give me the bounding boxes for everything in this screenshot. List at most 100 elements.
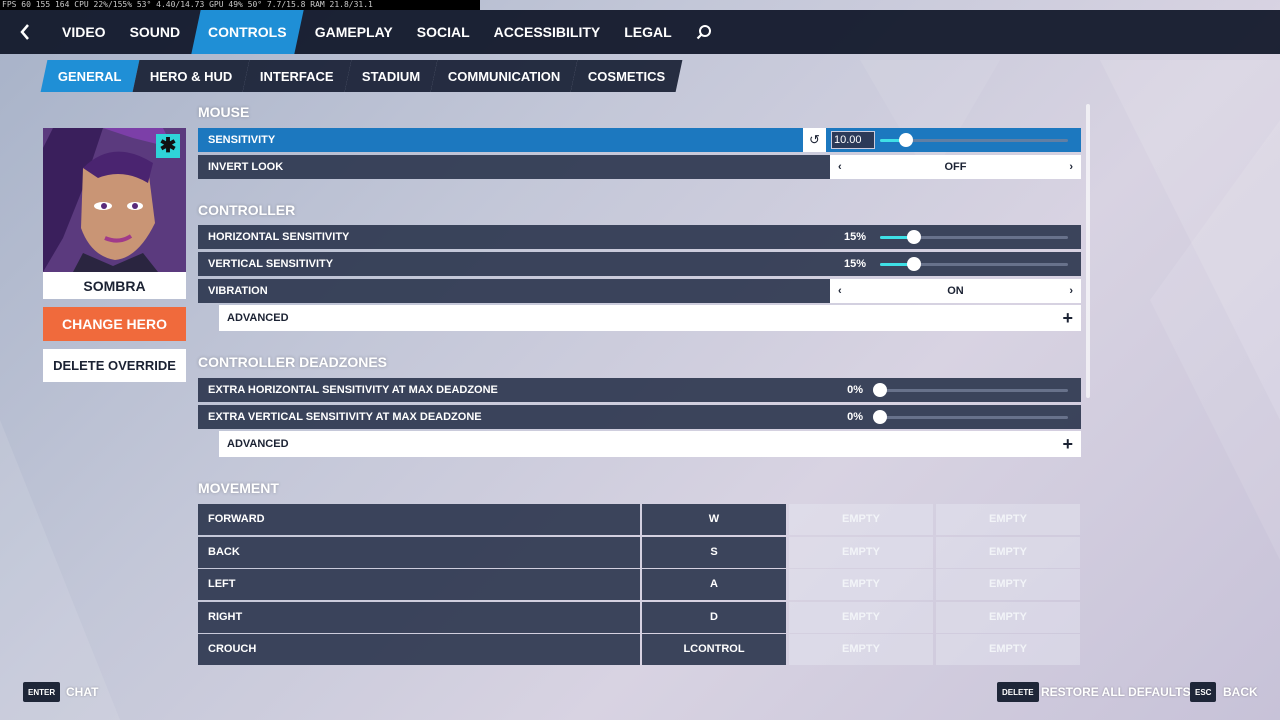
setting-value: 15% [843,258,866,270]
chevron-right-icon[interactable]: › [1069,161,1073,173]
slider-handle[interactable] [873,383,887,397]
keybind-primary[interactable]: S [642,537,786,568]
performance-overlay: FPS 60 155 164 CPU 22%/155% 53° 4.40/14.… [0,0,480,10]
keybind-tertiary[interactable]: EMPTY [936,569,1080,600]
keybind-tertiary[interactable]: EMPTY [936,504,1080,535]
slider-handle[interactable] [907,257,921,271]
subtab-cosmetics[interactable]: COSMETICS [570,60,683,92]
setting-value: 15% [843,231,866,243]
deadzones-advanced-expander[interactable]: ADVANCED + [219,431,1081,457]
subtab-interface[interactable]: INTERFACE [242,60,351,92]
plus-icon: + [1062,433,1073,454]
section-controller-title: CONTROLLER [198,202,296,218]
keybind-action: CROUCH [198,634,640,665]
tab-controls[interactable]: CONTROLS [191,10,304,54]
keybind-tertiary[interactable]: EMPTY [936,602,1080,633]
tab-legal[interactable]: LEGAL [612,10,683,54]
subtab-stadium[interactable]: STADIUM [344,60,438,92]
keybind-primary[interactable]: A [642,569,786,600]
sub-navigation: GENERAL HERO & HUD INTERFACE STADIUM COM… [40,60,683,92]
keybind-secondary[interactable]: EMPTY [789,537,933,568]
reset-button[interactable]: ↺ [803,128,826,152]
setting-label: SENSITIVITY [208,134,276,146]
keybind-row-forward: FORWARD W EMPTY EMPTY [198,504,1081,535]
advanced-label: ADVANCED [227,312,289,324]
keybind-action: LEFT [198,569,640,600]
advanced-label: ADVANCED [227,438,289,450]
scrollbar[interactable] [1086,104,1090,398]
keybind-row-crouch: CROUCH LCONTROL EMPTY EMPTY [198,634,1081,665]
section-mouse-title: MOUSE [198,104,250,120]
tab-accessibility[interactable]: ACCESSIBILITY [482,10,613,54]
restore-defaults-button[interactable]: RESTORE ALL DEFAULTS [1041,682,1191,702]
setting-horizontal-sensitivity[interactable]: HORIZONTAL SENSITIVITY 15% [198,225,1081,249]
delete-override-button[interactable]: DELETE OVERRIDE [43,349,186,382]
slider-track[interactable] [880,416,1068,419]
search-button[interactable] [684,10,724,54]
slider-handle[interactable] [899,133,913,147]
esc-key-hint: ESC [1190,682,1217,702]
keybind-primary[interactable]: D [642,602,786,633]
keybind-row-left: LEFT A EMPTY EMPTY [198,569,1081,600]
setting-extra-horizontal-sensitivity[interactable]: EXTRA HORIZONTAL SENSITIVITY AT MAX DEAD… [198,378,1081,402]
keybind-row-right: RIGHT D EMPTY EMPTY [198,602,1081,633]
chevron-right-icon[interactable]: › [1069,285,1073,297]
vibration-toggle[interactable]: ‹ ON › [830,279,1081,303]
setting-label: VERTICAL SENSITIVITY [208,258,334,270]
back-button[interactable] [0,10,50,54]
search-icon [696,25,711,40]
sensitivity-value-input[interactable]: 10.00 [831,131,875,149]
subtab-hero-hud[interactable]: HERO & HUD [132,60,250,92]
setting-label: EXTRA HORIZONTAL SENSITIVITY AT MAX DEAD… [208,384,498,396]
section-movement-title: MOVEMENT [198,480,279,496]
slider-track[interactable] [880,389,1068,392]
setting-invert-look: INVERT LOOK ‹ OFF › [198,155,1081,179]
top-navigation: VIDEO SOUND CONTROLS GAMEPLAY SOCIAL ACC… [0,10,1280,54]
asterisk-icon: ✱ [159,135,177,157]
chevron-left-icon[interactable]: ‹ [838,161,842,173]
keybind-tertiary[interactable]: EMPTY [936,634,1080,665]
setting-value: 0% [847,384,863,396]
chat-button[interactable]: CHAT [66,682,98,702]
keybind-secondary[interactable]: EMPTY [789,504,933,535]
back-footer-button[interactable]: BACK [1223,682,1258,702]
tab-sound[interactable]: SOUND [118,10,193,54]
tab-video[interactable]: VIDEO [50,10,118,54]
section-deadzones-title: CONTROLLER DEADZONES [198,354,387,370]
setting-value: 0% [847,411,863,423]
slider-handle[interactable] [907,230,921,244]
plus-icon: + [1062,307,1073,328]
change-hero-button[interactable]: CHANGE HERO [43,307,186,341]
toggle-value: OFF [944,161,967,173]
hero-badge: ✱ [156,134,180,158]
subtab-communication[interactable]: COMMUNICATION [430,60,578,92]
chevron-left-icon [20,24,29,40]
slider-handle[interactable] [873,410,887,424]
toggle-value: ON [947,285,964,297]
keybind-secondary[interactable]: EMPTY [789,602,933,633]
keybind-row-back: BACK S EMPTY EMPTY [198,537,1081,568]
setting-label: INVERT LOOK [208,161,284,173]
setting-extra-vertical-sensitivity[interactable]: EXTRA VERTICAL SENSITIVITY AT MAX DEADZO… [198,405,1081,429]
keybind-secondary[interactable]: EMPTY [789,569,933,600]
restore-key-hint: DELETE [997,682,1039,702]
setting-label: VIBRATION [208,285,268,297]
hero-portrait: ✱ [43,128,186,272]
invert-look-toggle[interactable]: ‹ OFF › [830,155,1081,179]
setting-label: EXTRA VERTICAL SENSITIVITY AT MAX DEADZO… [208,411,482,423]
keybind-primary[interactable]: LCONTROL [642,634,786,665]
keybind-primary[interactable]: W [642,504,786,535]
keybind-secondary[interactable]: EMPTY [789,634,933,665]
subtab-general[interactable]: GENERAL [40,60,139,92]
tab-social[interactable]: SOCIAL [405,10,482,54]
controller-advanced-expander[interactable]: ADVANCED + [219,305,1081,331]
setting-label: HORIZONTAL SENSITIVITY [208,231,350,243]
keybind-action: RIGHT [198,602,640,633]
keybind-action: FORWARD [198,504,640,535]
setting-mouse-sensitivity[interactable]: SENSITIVITY ↺ 10.00 [198,128,1081,152]
tab-gameplay[interactable]: GAMEPLAY [303,10,405,54]
setting-vertical-sensitivity[interactable]: VERTICAL SENSITIVITY 15% [198,252,1081,276]
keybind-tertiary[interactable]: EMPTY [936,537,1080,568]
chat-key-hint: ENTER [23,682,61,702]
chevron-left-icon[interactable]: ‹ [838,285,842,297]
